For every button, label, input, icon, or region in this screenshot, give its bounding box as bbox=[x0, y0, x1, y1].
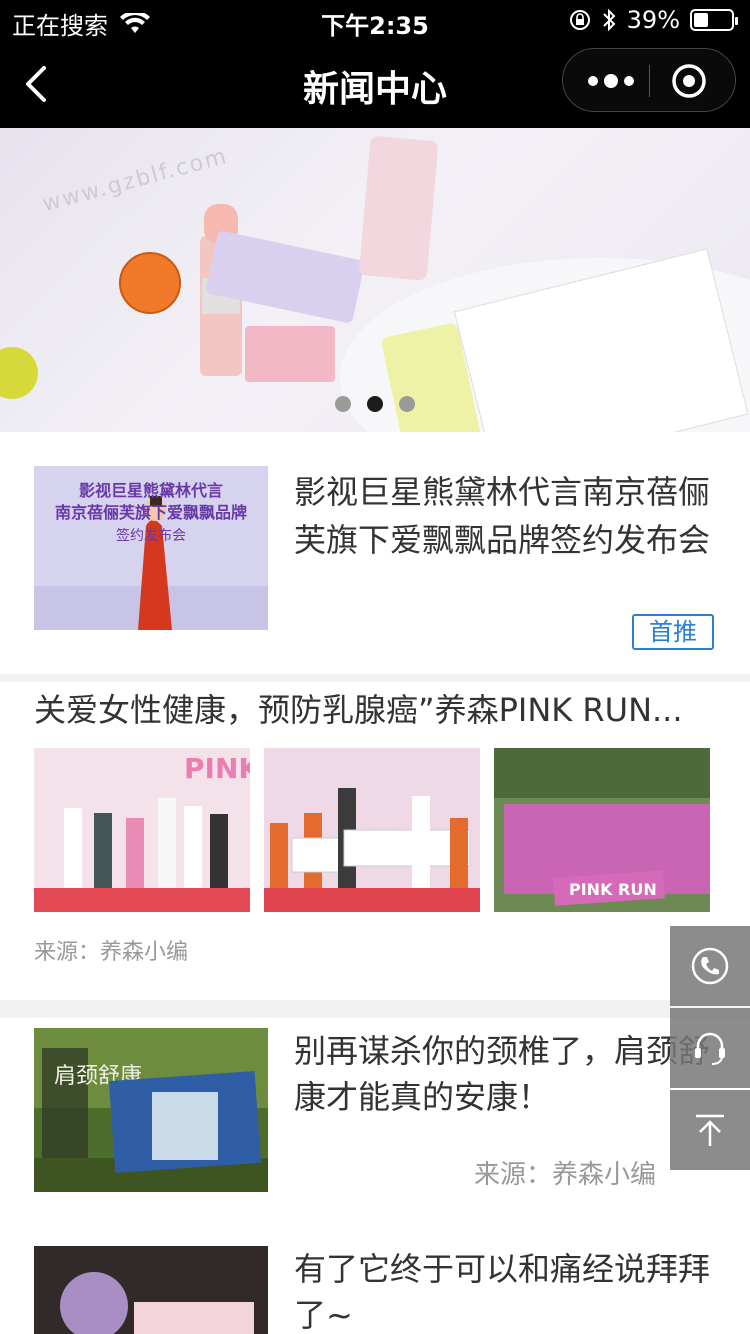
battery-icon bbox=[690, 9, 738, 31]
banner-carousel[interactable]: www.gzblf.com bbox=[0, 128, 750, 432]
carousel-indicators bbox=[0, 396, 750, 412]
thumb-text-line3: 签约发布会 bbox=[116, 527, 186, 544]
news-thumbnail bbox=[34, 1246, 268, 1334]
customer-service-button[interactable] bbox=[670, 1008, 750, 1088]
news-title[interactable]: 关爱女性健康，预防乳腺癌”养森PINK RUN... bbox=[34, 688, 714, 732]
nav-bar: 新闻中心 bbox=[0, 40, 750, 128]
news-item-1[interactable]: 影视巨星熊黛林代言 南京蓓俪芙旗下爱飘飘品牌 签约发布会 影视巨星熊黛林代言南京… bbox=[0, 432, 750, 674]
news-title[interactable]: 影视巨星熊黛林代言南京蓓俪芙旗下爱飘飘品牌签约发布会 bbox=[294, 468, 724, 564]
back-to-top-icon bbox=[696, 1114, 724, 1146]
close-target-icon[interactable] bbox=[671, 63, 707, 99]
battery-percent: 39% bbox=[626, 6, 680, 34]
capsule-separator bbox=[649, 65, 650, 97]
page: 正在搜索 下午2:35 39% 新闻中心 www.gzblf.com 影视巨星熊… bbox=[0, 0, 750, 1334]
news-thumbnail: 肩颈舒康 bbox=[34, 1028, 268, 1192]
miniapp-capsule bbox=[562, 48, 736, 112]
gallery-text-1: PINK bbox=[184, 752, 250, 785]
carousel-dot-active[interactable] bbox=[367, 396, 383, 412]
gallery-image-1: PINK bbox=[34, 748, 250, 912]
gallery-image-3: PINK RUN bbox=[494, 748, 710, 912]
news-item-4[interactable]: 有了它终于可以和痛经说拜拜了~ bbox=[0, 1228, 750, 1334]
status-bar: 正在搜索 下午2:35 39% bbox=[0, 0, 750, 40]
lock-rotation-icon bbox=[569, 10, 590, 30]
recommend-badge: 首推 bbox=[632, 614, 714, 650]
thumb-text-line1: 影视巨星熊黛林代言 bbox=[79, 481, 223, 500]
carousel-dot[interactable] bbox=[399, 396, 415, 412]
section-divider bbox=[0, 674, 750, 682]
news-title[interactable]: 有了它终于可以和痛经说拜拜了~ bbox=[294, 1246, 720, 1334]
news-thumbnail: 影视巨星熊黛林代言 南京蓓俪芙旗下爱飘飘品牌 签约发布会 bbox=[34, 466, 268, 630]
thumb-text-line2: 南京蓓俪芙旗下爱飘飘品牌 bbox=[55, 503, 247, 522]
news-title[interactable]: 别再谋杀你的颈椎了，肩颈舒康才能真的安康！ bbox=[294, 1028, 720, 1120]
gallery-text-3: PINK RUN bbox=[569, 880, 657, 899]
news-item-2[interactable]: 关爱女性健康，预防乳腺癌”养森PINK RUN... PINK PINK RUN… bbox=[0, 682, 750, 1000]
more-dots-icon[interactable] bbox=[583, 67, 643, 95]
news-item-3[interactable]: 肩颈舒康 别再谋杀你的颈椎了，肩颈舒康才能真的安康！ 来源：养森小编 bbox=[0, 1018, 750, 1228]
bluetooth-icon bbox=[602, 8, 616, 32]
gallery-image-2 bbox=[264, 748, 480, 912]
back-to-top-button[interactable] bbox=[670, 1090, 750, 1170]
carousel-dot[interactable] bbox=[335, 396, 351, 412]
phone-icon bbox=[691, 947, 729, 985]
news-source: 来源：养森小编 bbox=[34, 940, 189, 965]
section-divider bbox=[0, 1000, 750, 1018]
headset-icon bbox=[695, 1032, 725, 1065]
phone-button[interactable] bbox=[670, 926, 750, 1006]
news-source: 来源：养森小编 bbox=[474, 1160, 657, 1190]
